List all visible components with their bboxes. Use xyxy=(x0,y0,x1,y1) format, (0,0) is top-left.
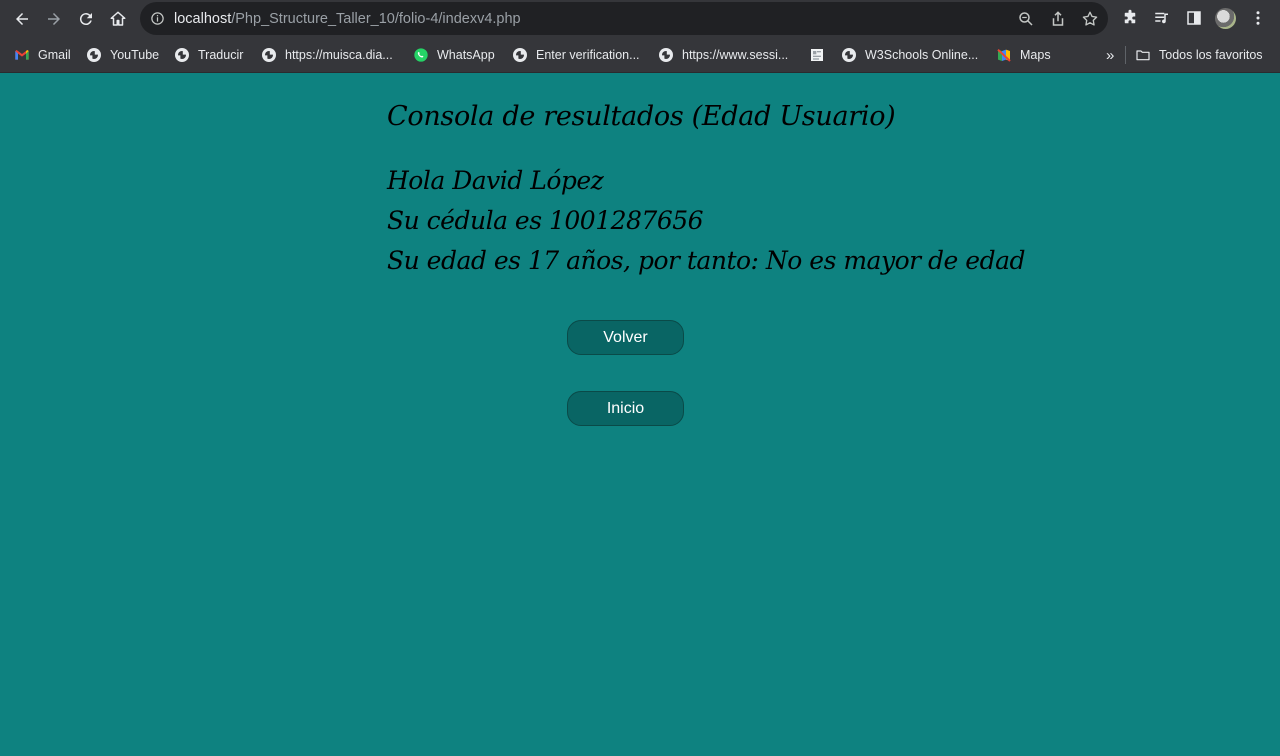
address-bar[interactable]: localhost/Php_Structure_Taller_10/folio-… xyxy=(140,2,1108,35)
url-text[interactable]: localhost/Php_Structure_Taller_10/folio-… xyxy=(174,11,521,27)
url-host: localhost xyxy=(174,11,232,27)
gmail-icon xyxy=(15,50,29,60)
extensions-icon[interactable] xyxy=(1121,9,1139,27)
profile-avatar[interactable] xyxy=(1215,8,1236,29)
globe-icon xyxy=(262,48,276,62)
globe-icon xyxy=(659,48,673,62)
bookmark-label: WhatsApp xyxy=(437,48,495,62)
bookmark-whatsapp[interactable]: WhatsApp xyxy=(413,46,495,64)
forward-arrow-icon[interactable] xyxy=(42,7,66,31)
bookmark-sessi[interactable]: https://www.sessi... xyxy=(659,46,788,64)
bookmark-label: https://www.sessi... xyxy=(682,48,789,62)
reload-icon[interactable] xyxy=(74,7,98,31)
bookmark-label: Enter verification... xyxy=(536,48,640,62)
bookmark-muisca[interactable]: https://muisca.dia... xyxy=(262,46,393,64)
page-title: Consola de resultados (Edad Usuario) xyxy=(387,101,896,132)
bookmark-youtube[interactable]: YouTube xyxy=(87,46,159,64)
bookmark-page-thumbnail[interactable] xyxy=(809,46,833,64)
bookmark-w3schools[interactable]: W3Schools Online... xyxy=(842,46,978,64)
bookmark-verification[interactable]: Enter verification... xyxy=(513,46,640,64)
page-thumbnail-icon xyxy=(811,49,823,61)
whatsapp-icon xyxy=(414,48,428,62)
age-result-text: Su edad es 17 años, por tanto: No es may… xyxy=(387,246,1026,275)
folder-icon xyxy=(1136,50,1150,61)
bookmark-label: YouTube xyxy=(110,48,160,62)
all-bookmarks-folder[interactable]: Todos los favoritos xyxy=(1135,46,1263,64)
bookmark-gmail[interactable]: Gmail xyxy=(14,46,71,64)
all-bookmarks-label: Todos los favoritos xyxy=(1159,48,1263,62)
back-button[interactable]: Volver xyxy=(567,320,684,355)
overflow-chevron: » xyxy=(1106,46,1115,64)
bookmark-label: W3Schools Online... xyxy=(865,48,979,62)
bookmark-label: Traducir xyxy=(198,48,244,62)
bookmarks-divider xyxy=(1125,46,1126,64)
globe-icon xyxy=(513,48,527,62)
share-icon[interactable] xyxy=(1049,10,1067,28)
bookmark-label: Maps xyxy=(1020,48,1051,62)
bookmark-maps[interactable]: Maps xyxy=(996,46,1051,64)
globe-icon xyxy=(87,48,101,62)
side-panel-icon[interactable] xyxy=(1185,9,1203,27)
globe-icon xyxy=(175,48,189,62)
home-icon[interactable] xyxy=(106,7,130,31)
maps-icon xyxy=(997,48,1011,62)
browser-toolbar: localhost/Php_Structure_Taller_10/folio-… xyxy=(0,0,1280,37)
bookmark-label: Gmail xyxy=(38,48,71,62)
bookmarks-overflow-button[interactable]: » xyxy=(1106,46,1114,64)
bookmarks-bar: Gmail YouTube Traducir https://muisca.di… xyxy=(0,37,1280,73)
greeting-text: Hola David López xyxy=(387,166,604,195)
bookmark-label: https://muisca.dia... xyxy=(285,48,393,62)
id-number-text: Su cédula es 1001287656 xyxy=(387,206,704,235)
zoom-icon[interactable] xyxy=(1017,10,1035,28)
url-path: /Php_Structure_Taller_10/folio-4/indexv4… xyxy=(231,11,521,27)
site-info-icon[interactable] xyxy=(150,11,165,26)
bookmark-traducir[interactable]: Traducir xyxy=(175,46,243,64)
page-content: Consola de resultados (Edad Usuario) Hol… xyxy=(0,73,1280,756)
back-arrow-icon[interactable] xyxy=(10,7,34,31)
menu-kebab-icon[interactable] xyxy=(1249,9,1267,27)
media-control-icon[interactable] xyxy=(1153,9,1171,27)
home-button[interactable]: Inicio xyxy=(567,391,684,426)
globe-icon xyxy=(842,48,856,62)
bookmark-star-icon[interactable] xyxy=(1081,10,1099,28)
